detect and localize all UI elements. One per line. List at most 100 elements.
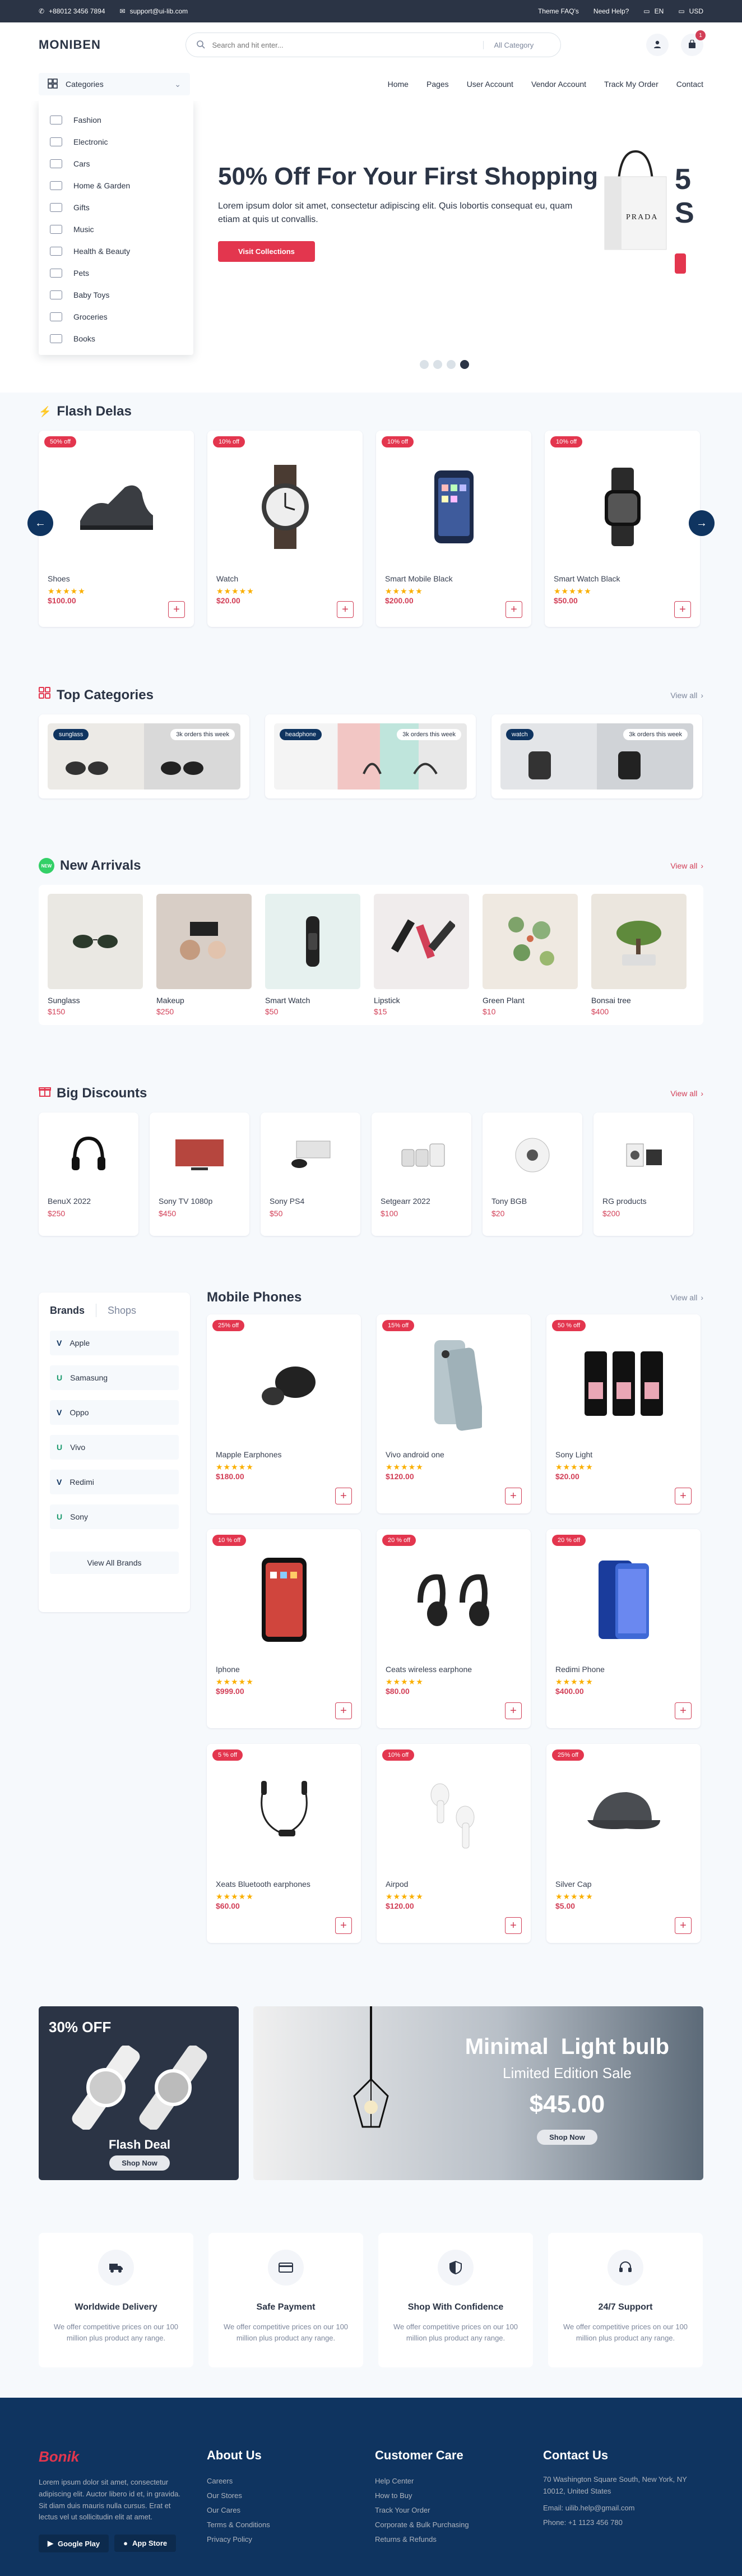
discount-card[interactable]: Tony BGB $20 xyxy=(483,1112,582,1236)
discount-card[interactable]: Sony PS4 $50 xyxy=(261,1112,360,1236)
google-play-button[interactable]: ▶ Google Play xyxy=(39,2535,109,2553)
shop-now-button[interactable]: Shop Now xyxy=(537,2130,597,2145)
brand-item[interactable]: U Samasung xyxy=(50,1365,179,1390)
language-select[interactable]: ▭ EN xyxy=(643,7,664,15)
add-to-cart-button[interactable]: + xyxy=(505,1917,522,1934)
arrival-item[interactable]: Smart Watch $50 xyxy=(265,894,360,1016)
contact-email[interactable]: Email: uilib.help@gmail.com xyxy=(543,2501,703,2515)
category-item-music[interactable]: Music xyxy=(39,218,193,240)
category-item-health-beauty[interactable]: Health & Beauty xyxy=(39,240,193,262)
footer-link[interactable]: Terms & Conditions xyxy=(207,2518,375,2532)
product-card[interactable]: 50 % off Sony Light ★★★★★ $20.00 + xyxy=(546,1314,701,1513)
add-to-cart-button[interactable]: + xyxy=(675,1702,692,1719)
account-button[interactable] xyxy=(646,34,669,56)
category-item-fashion[interactable]: Fashion xyxy=(39,109,193,131)
nav-contact[interactable]: Contact xyxy=(676,80,703,89)
product-card[interactable]: 15% off Vivo android one ★★★★★ $120.00 + xyxy=(377,1314,531,1513)
currency-select[interactable]: ▭ USD xyxy=(678,7,703,15)
add-to-cart-button[interactable]: + xyxy=(335,1702,352,1719)
nav-home[interactable]: Home xyxy=(388,80,409,89)
carousel-dot-active[interactable] xyxy=(460,360,469,369)
category-card[interactable]: headphone 3k orders this week xyxy=(265,714,476,798)
category-item-books[interactable]: Books xyxy=(39,327,193,349)
category-item-electronic[interactable]: Electronic xyxy=(39,131,193,153)
arrival-item[interactable]: Makeup $250 xyxy=(156,894,252,1016)
discount-card[interactable]: Sony TV 1080p $450 xyxy=(150,1112,249,1236)
contact-phone[interactable]: Phone: +1 1123 456 780 xyxy=(543,2515,703,2530)
view-all-link[interactable]: View all › xyxy=(670,1089,703,1098)
category-item-cars[interactable]: Cars xyxy=(39,153,193,174)
product-card[interactable]: 25% off Silver Cap ★★★★★ $5.00 + xyxy=(546,1744,701,1943)
product-card[interactable]: 50% off Shoes ★★★★★ $100.00 + xyxy=(39,431,194,627)
footer-link[interactable]: Corporate & Bulk Purchasing xyxy=(375,2518,543,2532)
carousel-prev-button[interactable]: ← xyxy=(27,510,53,536)
add-to-cart-button[interactable]: + xyxy=(168,601,185,618)
view-all-link[interactable]: View all › xyxy=(670,1293,703,1302)
add-to-cart-button[interactable]: + xyxy=(505,1702,522,1719)
view-all-brands-button[interactable]: View All Brands xyxy=(50,1552,179,1574)
nav-vendor-account[interactable]: Vendor Account xyxy=(531,80,586,89)
view-all-link[interactable]: View all › xyxy=(670,861,703,870)
add-to-cart-button[interactable]: + xyxy=(675,1488,692,1504)
nav-track-order[interactable]: Track My Order xyxy=(604,80,658,89)
phone-contact[interactable]: ✆ +88012 3456 7894 xyxy=(39,7,105,15)
product-card[interactable]: 20 % off Ceats wireless earphone ★★★★★ $80.… xyxy=(377,1529,531,1728)
product-card[interactable]: 10% off Watch ★★★★★ $20.00 + xyxy=(207,431,363,627)
category-item-pets[interactable]: Pets xyxy=(39,262,193,284)
cart-button[interactable]: 1 xyxy=(680,30,706,56)
brands-tab[interactable]: Brands xyxy=(50,1305,85,1317)
shop-now-button[interactable]: Shop Now xyxy=(109,2155,170,2171)
product-card[interactable]: 10 % off Iphone ★★★★★ $999.00 + xyxy=(207,1529,361,1728)
product-card[interactable]: 10% off Airpod ★★★★★ $120.00 + xyxy=(377,1744,531,1943)
discount-card[interactable]: Setgearr 2022 $100 xyxy=(372,1112,471,1236)
footer-link[interactable]: Returns & Refunds xyxy=(375,2532,543,2547)
add-to-cart-button[interactable]: + xyxy=(335,1917,352,1934)
category-item-groceries[interactable]: Groceries xyxy=(39,306,193,327)
nav-pages[interactable]: Pages xyxy=(426,80,449,89)
site-logo[interactable]: MONIBEN xyxy=(39,38,101,52)
arrival-item[interactable]: Bonsai tree $400 xyxy=(591,894,687,1016)
app-store-button[interactable]: ● App Store xyxy=(114,2535,177,2552)
category-item-baby-toys[interactable]: Baby Toys xyxy=(39,284,193,306)
view-all-link[interactable]: View all › xyxy=(670,691,703,700)
product-card[interactable]: 5 % off Xeats Bluetooth earphones ★★★★★ $60… xyxy=(207,1744,361,1943)
search-category-select[interactable]: All Category xyxy=(483,40,550,49)
theme-faq-link[interactable]: Theme FAQ's xyxy=(538,7,579,15)
category-item-home-garden[interactable]: Home & Garden xyxy=(39,174,193,196)
light-bulb-banner[interactable]: Minimal Light bulb Limited Edition Sale … xyxy=(253,2006,703,2180)
add-to-cart-button[interactable]: + xyxy=(337,601,354,618)
brand-item[interactable]: V Apple xyxy=(50,1331,179,1355)
category-card[interactable]: watch 3k orders this week xyxy=(491,714,702,798)
discount-card[interactable]: RG products $200 xyxy=(593,1112,693,1236)
shops-tab[interactable]: Shops xyxy=(108,1305,136,1317)
footer-link[interactable]: Careers xyxy=(207,2474,375,2489)
carousel-dot[interactable] xyxy=(433,360,442,369)
category-item-gifts[interactable]: Gifts xyxy=(39,196,193,218)
brand-item[interactable]: U Sony xyxy=(50,1504,179,1529)
brand-item[interactable]: U Vivo xyxy=(50,1435,179,1460)
visit-collections-button[interactable]: Visit Collections xyxy=(218,241,315,262)
footer-link[interactable]: Our Stores xyxy=(207,2489,375,2503)
product-card[interactable]: 10% off Smart Watch Black ★★★★★ $50.00 + xyxy=(545,431,700,627)
footer-logo[interactable]: Bonik xyxy=(39,2448,190,2466)
footer-link[interactable]: Privacy Policy xyxy=(207,2532,375,2547)
product-card[interactable]: 10% off Smart Mobile Black ★★★★★ $200.00… xyxy=(376,431,531,627)
add-to-cart-button[interactable]: + xyxy=(505,1488,522,1504)
add-to-cart-button[interactable]: + xyxy=(675,1917,692,1934)
arrival-item[interactable]: Lipstick $15 xyxy=(374,894,469,1016)
footer-link[interactable]: How to Buy xyxy=(375,2489,543,2503)
add-to-cart-button[interactable]: + xyxy=(674,601,691,618)
email-contact[interactable]: ✉ support@ui-lib.com xyxy=(120,7,188,15)
footer-link[interactable]: Track Your Order xyxy=(375,2503,543,2518)
arrival-item[interactable]: Sunglass $150 xyxy=(48,894,143,1016)
product-card[interactable]: 25% off Mapple Earphones ★★★★★ $180.00 + xyxy=(207,1314,361,1513)
search-input[interactable] xyxy=(212,40,477,49)
brand-item[interactable]: V Redimi xyxy=(50,1470,179,1494)
carousel-next-button[interactable]: → xyxy=(689,510,715,536)
add-to-cart-button[interactable]: + xyxy=(506,601,522,618)
footer-link[interactable]: Our Cares xyxy=(207,2503,375,2518)
category-card[interactable]: sunglass 3k orders this week xyxy=(39,714,249,798)
discount-card[interactable]: BenuX 2022 $250 xyxy=(39,1112,138,1236)
flash-deal-banner[interactable]: 30% OFF Flash Deal Shop Now xyxy=(39,2006,239,2180)
product-card[interactable]: 20 % off Redimi Phone ★★★★★ $400.00 + xyxy=(546,1529,701,1728)
